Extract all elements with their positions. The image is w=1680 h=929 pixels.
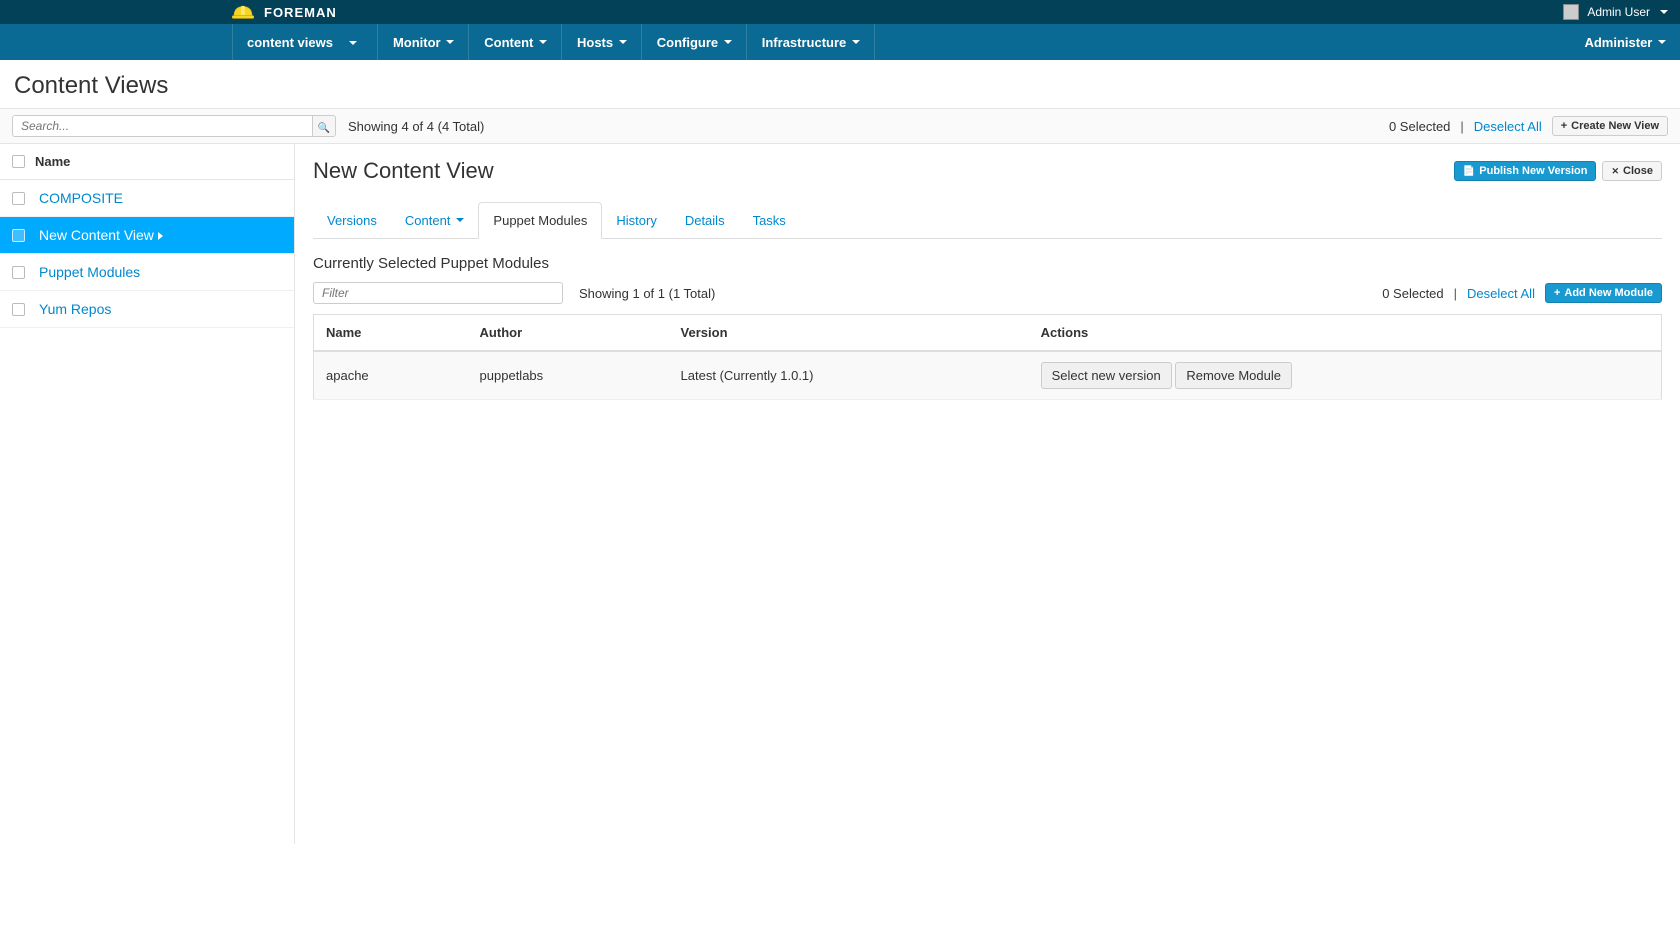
- toolbar: Showing 4 of 4 (4 Total) 0 Selected | De…: [0, 108, 1680, 144]
- caret-down-icon: [1658, 40, 1666, 44]
- body: Name COMPOSITE New Content View Puppet M…: [0, 144, 1680, 844]
- sidebar-header-label: Name: [35, 154, 70, 169]
- user-menu[interactable]: Admin User: [1563, 4, 1668, 20]
- sidebar-item-puppet-modules[interactable]: Puppet Modules: [0, 254, 294, 291]
- sidebar-item-yum-repos[interactable]: Yum Repos: [0, 291, 294, 328]
- context-label: content views: [247, 35, 333, 50]
- topbar: FOREMAN Admin User: [0, 0, 1680, 24]
- filter-input[interactable]: [313, 282, 563, 304]
- result-count: Showing 4 of 4 (4 Total): [348, 119, 484, 134]
- nav-configure[interactable]: Configure: [642, 24, 747, 60]
- add-new-module-button[interactable]: Add New Module: [1545, 283, 1662, 303]
- sidebar: Name COMPOSITE New Content View Puppet M…: [0, 144, 295, 844]
- sidebar-item-new-content-view[interactable]: New Content View: [0, 217, 294, 254]
- search-icon: [318, 119, 330, 134]
- caret-down-icon: [446, 40, 454, 44]
- avatar-icon: [1563, 4, 1579, 20]
- context-switcher[interactable]: content views: [232, 24, 378, 60]
- row-checkbox[interactable]: [12, 303, 25, 316]
- col-version[interactable]: Version: [669, 315, 1029, 352]
- sidebar-item-label[interactable]: COMPOSITE: [39, 190, 123, 206]
- filter-deselect-all-link[interactable]: Deselect All: [1467, 286, 1535, 301]
- selected-count: 0 Selected: [1389, 119, 1450, 134]
- tab-tasks[interactable]: Tasks: [739, 202, 800, 238]
- tab-details[interactable]: Details: [671, 202, 739, 238]
- caret-down-icon: [1660, 10, 1668, 14]
- select-all-checkbox[interactable]: [12, 155, 25, 168]
- filter-count: Showing 1 of 1 (1 Total): [579, 286, 715, 301]
- sidebar-header: Name: [0, 144, 294, 180]
- row-checkbox[interactable]: [12, 192, 25, 205]
- table-row: apache puppetlabs Latest (Currently 1.0.…: [314, 351, 1662, 400]
- detail-title: New Content View: [313, 158, 1454, 184]
- select-new-version-button[interactable]: Select new version: [1041, 362, 1172, 389]
- caret-down-icon: [456, 218, 464, 222]
- deselect-all-link[interactable]: Deselect All: [1474, 119, 1542, 134]
- detail-header: New Content View Publish New Version Clo…: [313, 158, 1662, 184]
- tab-history[interactable]: History: [602, 202, 670, 238]
- publish-new-version-button[interactable]: Publish New Version: [1454, 161, 1597, 181]
- hardhat-icon: [232, 3, 254, 21]
- filter-row: Showing 1 of 1 (1 Total) 0 Selected | De…: [313, 282, 1662, 304]
- tab-content[interactable]: Content: [391, 202, 479, 238]
- caret-down-icon: [539, 40, 547, 44]
- brand-text: FOREMAN: [264, 5, 337, 20]
- page-header: Content Views: [0, 60, 1680, 108]
- tabs: Versions Content Puppet Modules History …: [313, 202, 1662, 239]
- plus-icon: [1561, 120, 1567, 132]
- caret-down-icon: [619, 40, 627, 44]
- nav-monitor[interactable]: Monitor: [378, 24, 469, 60]
- search-input[interactable]: [12, 115, 312, 137]
- nav-hosts[interactable]: Hosts: [562, 24, 642, 60]
- row-checkbox[interactable]: [12, 266, 25, 279]
- sidebar-item-label[interactable]: New Content View: [39, 227, 163, 243]
- caret-down-icon: [852, 40, 860, 44]
- caret-down-icon: [724, 40, 732, 44]
- col-name[interactable]: Name: [314, 315, 468, 352]
- col-author[interactable]: Author: [468, 315, 669, 352]
- row-checkbox[interactable]: [12, 229, 25, 242]
- close-button[interactable]: Close: [1602, 161, 1662, 181]
- file-icon: [1463, 165, 1475, 177]
- cell-version: Latest (Currently 1.0.1): [669, 351, 1029, 400]
- section-title: Currently Selected Puppet Modules: [313, 255, 1662, 272]
- create-new-view-button[interactable]: Create New View: [1552, 116, 1668, 136]
- chevron-right-icon: [158, 232, 163, 240]
- plus-icon: [1554, 287, 1560, 299]
- modules-table: Name Author Version Actions apache puppe…: [313, 314, 1662, 400]
- col-actions: Actions: [1029, 315, 1662, 352]
- user-label: Admin User: [1587, 5, 1650, 19]
- page-title: Content Views: [14, 72, 1666, 100]
- filter-selected-count: 0 Selected: [1382, 286, 1443, 301]
- cell-author: puppetlabs: [468, 351, 669, 400]
- nav-administer[interactable]: Administer: [1570, 24, 1680, 60]
- close-icon: [1611, 165, 1619, 177]
- search-button[interactable]: [312, 115, 336, 137]
- sidebar-item-label[interactable]: Yum Repos: [39, 301, 111, 317]
- cell-name: apache: [314, 351, 468, 400]
- brand: FOREMAN: [232, 3, 337, 21]
- nav-content[interactable]: Content: [469, 24, 562, 60]
- tab-puppet-modules[interactable]: Puppet Modules: [478, 202, 602, 239]
- sidebar-item-composite[interactable]: COMPOSITE: [0, 180, 294, 217]
- cell-actions: Select new version Remove Module: [1029, 351, 1662, 400]
- detail-pane: New Content View Publish New Version Clo…: [295, 144, 1680, 844]
- navbar: content views Monitor Content Hosts Conf…: [0, 24, 1680, 60]
- search: [12, 115, 336, 137]
- remove-module-button[interactable]: Remove Module: [1175, 362, 1292, 389]
- nav-infrastructure[interactable]: Infrastructure: [747, 24, 875, 60]
- tab-versions[interactable]: Versions: [313, 202, 391, 238]
- caret-down-icon: [349, 41, 357, 45]
- sidebar-item-label[interactable]: Puppet Modules: [39, 264, 140, 280]
